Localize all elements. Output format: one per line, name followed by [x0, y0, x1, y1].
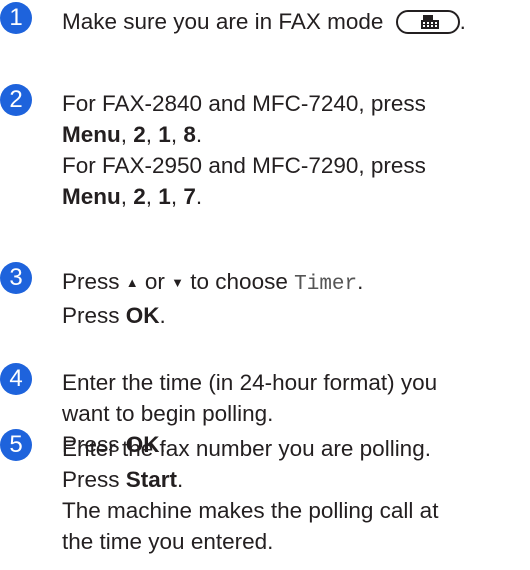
fax-icon [420, 15, 439, 29]
fax-mode-key [395, 10, 460, 34]
menu-option-timer: Timer [294, 273, 358, 296]
step-number: 2 [0, 84, 32, 116]
step-text: Press ▲ or ▼ to choose Timer. Press OK. [62, 266, 524, 331]
step-1-period: . [459, 9, 466, 34]
down-arrow-icon: ▼ [171, 275, 185, 290]
step-text: For FAX-2840 and MFC-7240, press Menu, 2… [62, 88, 524, 212]
step-1-instruction: Make sure you are in FAX mode [62, 9, 384, 34]
step-3-line-2: Press OK. [62, 303, 166, 328]
step-number: 5 [0, 429, 32, 461]
step-5-line-2: Press Start. [62, 467, 184, 492]
step-text: Enter the fax number you are polling. Pr… [62, 433, 524, 557]
step-2-line-b: For FAX-2950 and MFC-7290, press [62, 153, 426, 178]
step-number: 3 [0, 262, 32, 294]
up-arrow-icon: ▲ [125, 275, 139, 290]
step-5-line-4: the time you entered. [62, 529, 274, 554]
step-4-line-1: Enter the time (in 24-hour format) you [62, 370, 438, 395]
step-number: 4 [0, 363, 32, 395]
step-2-line-a: For FAX-2840 and MFC-7240, press [62, 91, 426, 116]
menu-key-label: Menu [62, 122, 121, 147]
step-number: 1 [0, 2, 32, 34]
step-text: Make sure you are in FAX mode . [62, 6, 524, 37]
step-4-line-2: want to begin polling. [62, 401, 274, 426]
step-3-line-1: Press ▲ or ▼ to choose Timer. [62, 269, 364, 296]
ok-key-label: OK [125, 303, 160, 328]
step-5-line-1: Enter the fax number you are polling. [62, 436, 431, 461]
step-5-line-3: The machine makes the polling call at [62, 498, 439, 523]
step-2-line-a-keys: Menu, 2, 1, 8. [62, 122, 203, 147]
step-2-line-b-keys: Menu, 2, 1, 7. [62, 184, 203, 209]
menu-key-label: Menu [62, 184, 121, 209]
start-key-label: Start [125, 467, 178, 492]
